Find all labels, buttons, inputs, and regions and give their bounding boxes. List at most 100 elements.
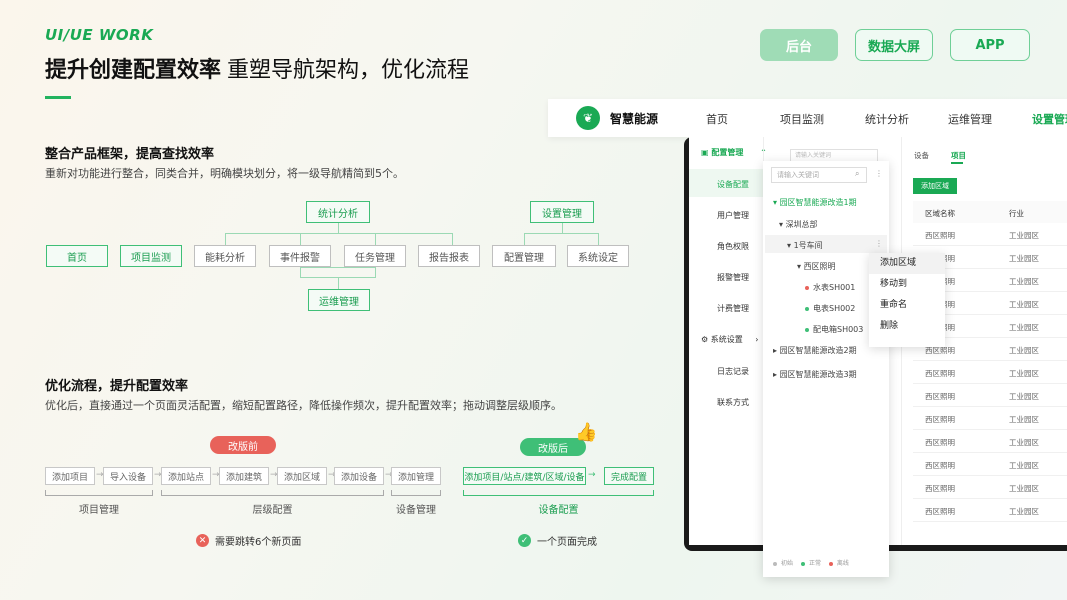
table-cell-name: 西区照明 <box>925 461 955 470</box>
after-result-text: 一个页面完成 <box>537 537 597 548</box>
tree-node-project1[interactable]: ▾ 园区智慧能源改造1期 <box>773 197 857 208</box>
tree-node-elec-meter-label: 电表SH002 <box>813 304 856 313</box>
tree-node-hq-label: 深圳总部 <box>785 220 818 229</box>
table-cell-industry: 工业园区 <box>1009 461 1039 470</box>
before-result-text: 需要跳转6个新页面 <box>215 537 302 548</box>
sidebar-item-contact[interactable]: 联系方式 <box>717 397 749 408</box>
sidebar-item-logs[interactable]: 日志记录 <box>717 366 749 377</box>
table-row[interactable]: 西区照明 工业园区 <box>913 453 1067 476</box>
menu-item-move[interactable]: 移动到 <box>869 274 945 295</box>
tree-node-elec-meter[interactable]: 电表SH002 <box>805 303 855 314</box>
more-vertical-icon[interactable]: ⋮ <box>875 169 883 178</box>
tree-node-west-light[interactable]: ▾ 西区照明 <box>797 261 836 272</box>
table-cell-name: 西区照明 <box>925 507 955 516</box>
status-dot-offline <box>805 285 809 290</box>
tree-node-water-meter[interactable]: 水表SH001 <box>805 282 855 293</box>
nav-node-system: 系统设定 <box>567 245 629 267</box>
section1-title: 整合产品框架，提高查找效率 <box>45 147 215 162</box>
sidebar-group-config-label: 配置管理 <box>711 148 744 157</box>
legend-initial: 初始 <box>781 560 794 567</box>
tree-search-input[interactable]: 请输入关键词 <box>771 167 867 183</box>
before-step-4: 添加建筑 <box>219 467 269 485</box>
menu-item-rename[interactable]: 重命名 <box>869 295 945 316</box>
nav-node-ops: 运维管理 <box>308 289 370 311</box>
bracket-project <box>45 490 153 496</box>
thumbs-up-icon: 👍 <box>575 422 598 443</box>
menu-item-delete[interactable]: 删除 <box>869 316 945 337</box>
sidebar-item-roles[interactable]: 角色权限 <box>717 241 749 252</box>
bracket-after <box>463 490 654 496</box>
table-cell-industry: 工业园区 <box>1009 369 1039 378</box>
menu-item-add-area[interactable]: 添加区域 <box>869 253 945 274</box>
table-cell-industry: 工业园区 <box>1009 254 1039 263</box>
tree-node-project2-label: 园区智慧能源改造2期 <box>779 346 857 355</box>
group-label-after: 设备配置 <box>538 505 579 516</box>
table-row[interactable]: 西区照明 工业园区 <box>913 476 1067 499</box>
brand-label: UI/UE WORK <box>45 26 154 44</box>
after-result: ✓ 一个页面完成 <box>518 533 597 548</box>
before-step-1: 添加项目 <box>45 467 95 485</box>
content-tab-indicator <box>951 162 963 164</box>
table-cell-industry: 工业园区 <box>1009 438 1039 447</box>
table-row[interactable]: 西区照明 工业园区 <box>913 430 1067 453</box>
sidebar-group-system[interactable]: ⚙ 系统设置 › <box>701 334 758 345</box>
table-row[interactable]: 西区照明 工业园区 <box>913 361 1067 384</box>
nav-node-settings: 设置管理 <box>530 201 594 223</box>
tree-node-hq[interactable]: ▾ 深圳总部 <box>779 219 818 230</box>
table-cell-industry: 工业园区 <box>1009 231 1039 240</box>
after-step-2: 完成配置 <box>604 467 654 485</box>
app-name: 智慧能源 <box>610 112 659 126</box>
title-bold: 提升创建配置效率 <box>45 58 222 83</box>
tree-node-project2[interactable]: ▸ 园区智慧能源改造2期 <box>773 345 857 356</box>
group-label-level: 层级配置 <box>252 505 293 516</box>
table-row[interactable]: 西区照明 工业园区 <box>913 407 1067 430</box>
table-row[interactable]: 西区照明 工业园区 <box>913 499 1067 522</box>
table-cell-industry: 工业园区 <box>1009 392 1039 401</box>
status-dot-normal <box>805 327 809 332</box>
table-row[interactable]: 西区照明 工业园区 <box>913 223 1067 246</box>
app-nav-settings[interactable]: 设置管理 <box>1032 111 1067 127</box>
tree-node-dist-box[interactable]: 配电箱SH003 <box>805 324 863 335</box>
arrow-icon: → <box>588 470 596 480</box>
tree-node-project1-label: 园区智慧能源改造1期 <box>779 198 857 207</box>
content-tab-device[interactable]: 设备 <box>914 150 929 161</box>
before-result: ✕ 需要跳转6个新页面 <box>196 533 301 548</box>
content-tab-project[interactable]: 项目 <box>951 150 966 161</box>
add-area-button[interactable]: 添加区域 <box>913 178 957 194</box>
table-cell-industry: 工业园区 <box>1009 346 1039 355</box>
app-nav-home[interactable]: 首页 <box>706 111 728 127</box>
table-cell-industry: 工业园区 <box>1009 507 1039 516</box>
sidebar-item-users[interactable]: 用户管理 <box>717 210 749 221</box>
sidebar-item-alarms[interactable]: 报警管理 <box>717 272 749 283</box>
sidebar-group-system-label: 系统设置 <box>710 335 743 344</box>
app-nav-monitor[interactable]: 项目监测 <box>780 111 824 127</box>
table-cell-industry: 工业园区 <box>1009 300 1039 309</box>
app-nav-ops[interactable]: 运维管理 <box>948 111 992 127</box>
sidebar-group-config[interactable]: ▣ 配置管理 ⌃ <box>701 147 767 158</box>
x-icon: ✕ <box>196 534 209 547</box>
bracket-level <box>161 490 384 496</box>
table-row[interactable]: 西区照明 工业园区 <box>913 384 1067 407</box>
more-vertical-icon[interactable]: ⋮ <box>875 239 883 248</box>
tab-data-screen[interactable]: 数据大屏 <box>855 29 933 61</box>
chevron-right-icon: › <box>755 335 759 344</box>
group-label-project: 项目管理 <box>79 505 119 516</box>
before-step-3: 添加站点 <box>161 467 211 485</box>
tree-node-project3-label: 园区智慧能源改造3期 <box>779 370 857 379</box>
before-step-7: 添加管理 <box>391 467 441 485</box>
table-cell-name: 西区照明 <box>925 231 955 240</box>
nav-node-home: 首页 <box>46 245 108 267</box>
app-nav-stats[interactable]: 统计分析 <box>865 111 909 127</box>
sidebar-item-billing[interactable]: 计费管理 <box>717 303 749 314</box>
table-cell-name: 西区照明 <box>925 415 955 424</box>
tab-backend[interactable]: 后台 <box>760 29 838 61</box>
nav-node-config: 配置管理 <box>492 245 556 267</box>
sidebar-item-device-config[interactable]: 设备配置 <box>717 179 749 190</box>
before-step-5: 添加区域 <box>277 467 327 485</box>
title-underline <box>45 96 71 99</box>
search-icon: ⌕ <box>855 169 860 178</box>
tab-app[interactable]: APP <box>950 29 1030 61</box>
tree-node-workshop[interactable]: ▾ 1号车间 <box>787 240 823 251</box>
tree-node-project3[interactable]: ▸ 园区智慧能源改造3期 <box>773 369 857 380</box>
table-cell-industry: 工业园区 <box>1009 323 1039 332</box>
